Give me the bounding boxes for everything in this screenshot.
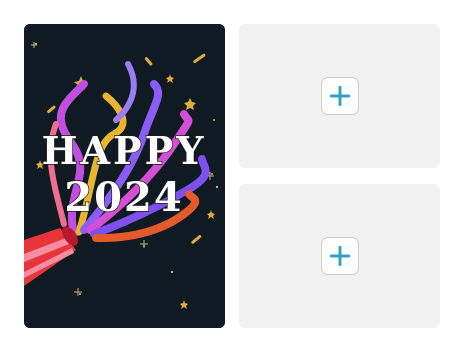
greeting-line1: HAPPY <box>42 128 207 173</box>
add-photo-button[interactable] <box>320 237 359 275</box>
empty-slot-top[interactable] <box>239 24 440 168</box>
empty-slot-bottom[interactable] <box>239 184 440 328</box>
party-popper-illustration: HAPPY 2024 <box>24 24 225 328</box>
add-photo-button[interactable] <box>320 77 359 115</box>
greeting-line2: 2024 <box>64 174 183 221</box>
plus-icon <box>329 86 350 106</box>
plus-icon <box>329 246 350 266</box>
new-year-card[interactable]: HAPPY 2024 <box>24 24 225 328</box>
